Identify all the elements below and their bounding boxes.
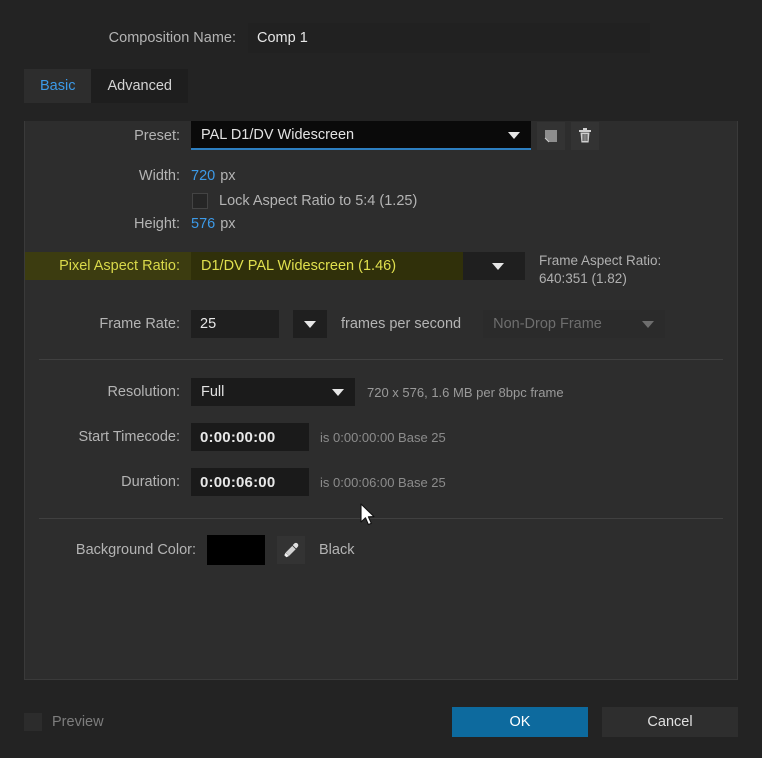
pixel-aspect-ratio-label: Pixel Aspect Ratio:	[25, 252, 191, 280]
preset-label: Preset:	[134, 127, 180, 144]
background-color-row: Background Color: Black	[25, 535, 737, 565]
tab-strip: Basic Advanced	[24, 69, 762, 103]
preview-label: Preview	[52, 714, 104, 730]
trash-icon	[579, 128, 591, 143]
resolution-value: Full	[201, 384, 225, 400]
dialog-footer: Preview OK Cancel	[0, 700, 762, 744]
divider-above-resolution	[39, 359, 723, 360]
background-color-swatch[interactable]	[207, 535, 265, 565]
tab-basic[interactable]: Basic	[24, 69, 92, 103]
divider-above-background-color	[39, 518, 723, 519]
pixel-aspect-ratio-value: D1/DV PAL Widescreen (1.46)	[201, 258, 397, 274]
width-value[interactable]: 720	[191, 168, 215, 184]
drop-frame-dropdown: Non-Drop Frame	[483, 310, 666, 338]
lock-aspect-row: Lock Aspect Ratio to 5:4 (1.25)	[25, 193, 737, 209]
tab-advanced[interactable]: Advanced	[91, 69, 188, 103]
duration-input[interactable]	[191, 468, 309, 496]
resolution-label: Resolution:	[107, 384, 180, 400]
composition-name-row: Composition Name:	[0, 22, 762, 54]
resolution-row: Resolution: Full 720 x 576, 1.6 MB per 8…	[25, 378, 737, 406]
width-label: Width:	[138, 168, 180, 184]
start-timecode-label: Start Timecode:	[78, 429, 180, 445]
preset-value: PAL D1/DV Widescreen	[201, 126, 355, 143]
frame-aspect-ratio-value: 640:351 (1.82)	[539, 271, 627, 286]
save-preset-button[interactable]	[537, 121, 565, 150]
ok-button[interactable]: OK	[452, 707, 588, 737]
eyedropper-button[interactable]	[277, 536, 305, 564]
duration-label: Duration:	[121, 474, 180, 490]
chevron-down-icon	[508, 131, 520, 139]
preset-dropdown[interactable]: PAL D1/DV Widescreen	[191, 121, 531, 150]
delete-preset-button[interactable]	[571, 121, 599, 150]
width-row: Width: 720 px	[25, 168, 737, 184]
drop-frame-value: Non-Drop Frame	[493, 316, 602, 332]
composition-name-label: Composition Name:	[108, 30, 236, 46]
pixel-aspect-ratio-dropdown-arrow[interactable]	[463, 252, 525, 280]
chevron-down-icon	[642, 321, 655, 328]
frame-rate-unit-label: frames per second	[341, 316, 462, 332]
chevron-down-icon	[304, 321, 316, 328]
frame-rate-row: Frame Rate: frames per second Non-Drop F…	[25, 310, 737, 338]
chevron-down-icon	[492, 263, 504, 270]
chevron-down-icon	[332, 389, 344, 396]
start-timecode-input[interactable]	[191, 423, 309, 451]
preset-row: Preset: PAL D1/DV Widescreen	[25, 121, 737, 150]
frame-aspect-ratio-label: Frame Aspect Ratio:	[539, 253, 662, 268]
pixel-aspect-ratio-row: Pixel Aspect Ratio: D1/DV PAL Widescreen…	[25, 252, 737, 288]
duration-note: is 0:00:06:00 Base 25	[320, 474, 446, 490]
frame-rate-dropdown[interactable]	[293, 310, 327, 338]
save-preset-icon	[544, 129, 557, 142]
duration-row: Duration: is 0:00:06:00 Base 25	[25, 468, 737, 496]
resolution-dropdown[interactable]: Full	[191, 378, 355, 406]
eyedropper-icon	[283, 542, 298, 557]
width-unit: px	[220, 168, 236, 184]
preview-checkbox[interactable]	[24, 713, 42, 731]
frame-rate-input[interactable]	[191, 310, 279, 338]
start-timecode-row: Start Timecode: is 0:00:00:00 Base 25	[25, 423, 737, 451]
background-color-label: Background Color:	[75, 542, 196, 558]
frame-rate-label: Frame Rate:	[99, 316, 180, 332]
basic-settings-panel: Preset: PAL D1/DV Widescreen Width: 720 …	[24, 121, 738, 680]
start-timecode-note: is 0:00:00:00 Base 25	[320, 429, 446, 445]
composition-name-input[interactable]	[248, 23, 650, 53]
resolution-note: 720 x 576, 1.6 MB per 8bpc frame	[367, 384, 564, 400]
lock-aspect-ratio-label: Lock Aspect Ratio to 5:4 (1.25)	[219, 193, 418, 209]
background-color-name: Black	[319, 542, 355, 558]
pixel-aspect-ratio-dropdown[interactable]: D1/DV PAL Widescreen (1.46)	[191, 252, 463, 280]
height-unit: px	[220, 216, 236, 232]
frame-aspect-ratio-block: Frame Aspect Ratio: 640:351 (1.82)	[539, 252, 661, 288]
height-row: Height: 576 px	[25, 216, 737, 232]
lock-aspect-ratio-checkbox[interactable]	[192, 193, 208, 209]
cancel-button[interactable]: Cancel	[602, 707, 738, 737]
height-value[interactable]: 576	[191, 216, 215, 232]
height-label: Height:	[134, 216, 180, 232]
